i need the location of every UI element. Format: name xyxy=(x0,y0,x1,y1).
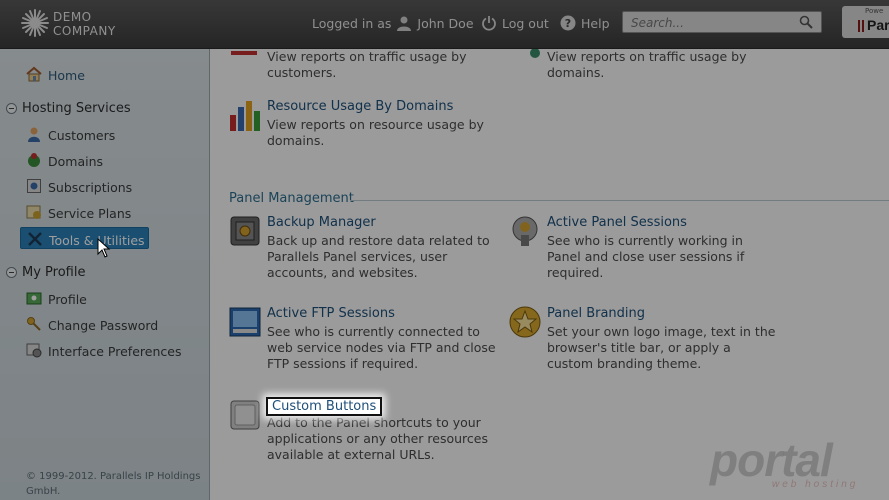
user-name-link[interactable]: John Doe xyxy=(417,16,473,31)
resource-usage-link[interactable]: Resource Usage By Domains xyxy=(267,99,453,114)
item-description: Set your own logo image, text in the bro… xyxy=(547,324,776,371)
item-description: Back up and restore data related to Para… xyxy=(267,233,490,280)
traffic-report-domains-icon xyxy=(509,49,541,63)
logo-star-icon xyxy=(21,9,49,37)
watermark-subtext: web hosting xyxy=(772,479,859,490)
logo-line1: DEMO xyxy=(53,10,92,24)
copyright-footer: © 1999-2012. Parallels IP Holdings GmbH. xyxy=(26,471,201,497)
mouse-cursor-icon xyxy=(97,238,111,258)
sidebar-item-label: Home xyxy=(48,68,85,83)
logged-in-info: Logged in as John Doe xyxy=(312,15,474,31)
main-content: View reports on traffic usage by custome… xyxy=(210,49,889,500)
sidebar: Home Hosting Services Customers Domains … xyxy=(0,49,210,500)
sidebar-item-interface-preferences[interactable]: Interface Preferences xyxy=(26,342,181,361)
search-icon[interactable] xyxy=(799,15,813,32)
home-icon xyxy=(26,66,42,85)
sidebar-item-label: Change Password xyxy=(48,318,159,333)
domain-icon xyxy=(26,152,42,171)
traffic-report-icon xyxy=(229,49,261,63)
service-plan-icon xyxy=(26,204,42,223)
sidebar-item-label: Subscriptions xyxy=(48,180,133,195)
sidebar-item-service-plans[interactable]: Service Plans xyxy=(26,204,131,223)
help-icon: ? xyxy=(560,15,576,31)
logo-line2: COMPANY xyxy=(53,24,116,38)
logged-in-label: Logged in as xyxy=(312,15,392,31)
logout-label: Log out xyxy=(502,15,549,31)
brand-name: Par xyxy=(867,17,889,33)
sidebar-item-label: Customers xyxy=(48,128,116,143)
sidebar-item-change-password[interactable]: Change Password xyxy=(26,316,158,335)
item-description: See who is currently working in Panel an… xyxy=(547,233,745,280)
sidebar-item-tools-utilities[interactable]: Tools & Utilities xyxy=(20,227,149,249)
sidebar-section-label: My Profile xyxy=(22,265,86,280)
sidebar-item-label: Service Plans xyxy=(48,206,132,221)
item-description: View reports on resource usage by domain… xyxy=(267,117,484,148)
collapse-icon xyxy=(6,267,17,278)
search-input[interactable] xyxy=(629,14,793,32)
panel-branding-link[interactable]: Panel Branding xyxy=(547,306,645,321)
sidebar-item-profile[interactable]: Profile xyxy=(26,290,87,309)
custom-buttons-label: Custom Buttons xyxy=(266,397,383,416)
top-header: DEMO COMPANY Logged in as John Doe Log o… xyxy=(0,0,889,49)
active-panel-sessions-link[interactable]: Active Panel Sessions xyxy=(547,215,687,230)
sidebar-section-my-profile[interactable]: My Profile xyxy=(6,265,85,280)
customer-icon xyxy=(26,126,42,145)
sidebar-item-label: Interface Preferences xyxy=(48,344,182,359)
key-icon xyxy=(26,316,42,335)
preferences-icon xyxy=(26,342,42,361)
search-box xyxy=(622,11,822,33)
item-description: View reports on traffic usage by domains… xyxy=(547,49,747,80)
portal-watermark: portal web hosting xyxy=(710,433,880,493)
parallels-brand[interactable]: Powe Par xyxy=(842,6,889,38)
company-logo[interactable]: DEMO COMPANY xyxy=(20,8,130,40)
power-icon xyxy=(481,15,497,31)
ftp-sessions-icon xyxy=(229,306,261,338)
sidebar-item-label: Profile xyxy=(48,292,87,307)
panel-sessions-icon xyxy=(509,215,541,247)
tools-icon xyxy=(27,231,43,250)
sidebar-item-domains[interactable]: Domains xyxy=(26,152,103,171)
sidebar-section-hosting-services[interactable]: Hosting Services xyxy=(6,101,131,116)
sidebar-item-label: Domains xyxy=(48,154,104,169)
active-ftp-sessions-link[interactable]: Active FTP Sessions xyxy=(267,306,395,321)
item-description: Add to the Panel shortcuts to your appli… xyxy=(267,415,489,462)
collapse-icon xyxy=(6,103,17,114)
backup-manager-link[interactable]: Backup Manager xyxy=(267,215,376,230)
logout-link[interactable]: Log out xyxy=(481,15,549,31)
sidebar-active-content: Tools & Utilities xyxy=(27,231,145,250)
safe-icon xyxy=(229,215,261,247)
help-label: Help xyxy=(581,15,610,31)
user-icon xyxy=(396,15,412,31)
brand-powered-label: Powe xyxy=(865,7,884,15)
svg-text:?: ? xyxy=(565,17,571,30)
help-link[interactable]: ? Help xyxy=(560,15,610,31)
item-description: View reports on traffic usage by custome… xyxy=(267,49,467,80)
custom-button-icon xyxy=(229,399,261,431)
subscription-icon xyxy=(26,178,42,197)
sidebar-item-subscriptions[interactable]: Subscriptions xyxy=(26,178,132,197)
parallels-bars-icon xyxy=(858,20,864,32)
item-description: See who is currently connected to web se… xyxy=(267,324,496,371)
logo-text: DEMO COMPANY xyxy=(53,10,116,38)
sidebar-item-customers[interactable]: Customers xyxy=(26,126,115,145)
sidebar-item-home[interactable]: Home xyxy=(26,66,85,85)
profile-icon xyxy=(26,290,42,309)
section-divider xyxy=(350,200,889,201)
panel-management-heading: Panel Management xyxy=(229,191,354,206)
custom-buttons-link[interactable]: Custom Buttons xyxy=(266,397,383,416)
bar-chart-icon xyxy=(229,99,261,131)
sidebar-section-label: Hosting Services xyxy=(22,101,131,116)
star-badge-icon xyxy=(509,306,541,338)
